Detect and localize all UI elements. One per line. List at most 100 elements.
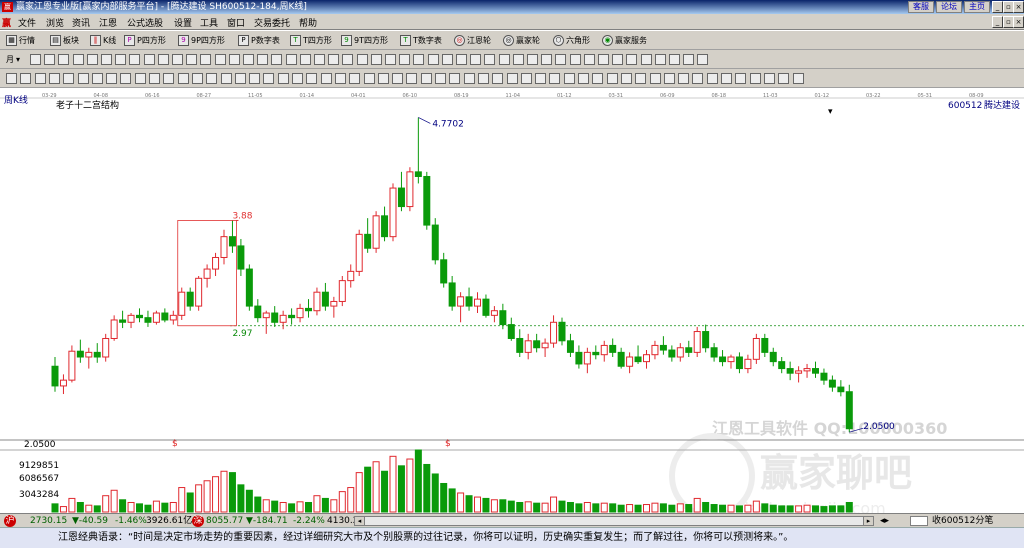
- draw-tool-icon[interactable]: [356, 54, 368, 65]
- analysis-tool-icon[interactable]: [706, 73, 718, 84]
- tick-detail-label[interactable]: 收600512分笔: [932, 515, 993, 527]
- analysis-tool-icon[interactable]: [320, 73, 332, 84]
- analysis-tool-icon[interactable]: [692, 73, 704, 84]
- draw-tool-icon[interactable]: [285, 54, 297, 65]
- minimize-icon[interactable]: _: [992, 1, 1003, 13]
- link-service[interactable]: 客服: [908, 1, 934, 13]
- menu-file[interactable]: 文件: [18, 16, 36, 29]
- draw-tool-icon[interactable]: [527, 54, 538, 65]
- draw-tool-icon[interactable]: [200, 54, 212, 65]
- draw-tool-icon[interactable]: [413, 54, 425, 65]
- menu-window[interactable]: 窗口: [227, 16, 245, 29]
- dropdown-icon[interactable]: ▾: [828, 107, 833, 117]
- analysis-tool-icon[interactable]: [778, 73, 790, 84]
- draw-tool-icon[interactable]: [257, 54, 269, 65]
- menu-settings[interactable]: 设置: [174, 16, 192, 29]
- analysis-tool-icon[interactable]: [563, 73, 575, 84]
- tool-winner-wheel[interactable]: ◎ 赢家轮: [503, 33, 540, 48]
- analysis-tool-icon[interactable]: [234, 73, 246, 84]
- period-select[interactable]: 月 ▾: [6, 52, 20, 67]
- scroll-right-icon[interactable]: ▸: [863, 517, 873, 525]
- draw-tool-icon[interactable]: [299, 54, 311, 65]
- draw-tool-icon[interactable]: [172, 54, 183, 65]
- analysis-tool-icon[interactable]: [678, 73, 690, 84]
- draw-tool-icon[interactable]: [498, 54, 510, 65]
- analysis-tool-icon[interactable]: [735, 73, 747, 84]
- sz-index-icon[interactable]: 深: [192, 515, 204, 527]
- analysis-tool-icon[interactable]: [477, 73, 489, 84]
- draw-tool-icon[interactable]: [314, 54, 325, 65]
- analysis-tool-icon[interactable]: [592, 73, 604, 84]
- draw-tool-icon[interactable]: [654, 54, 666, 65]
- link-forum[interactable]: 论坛: [936, 1, 962, 13]
- analysis-tool-icon[interactable]: [48, 73, 60, 84]
- draw-tool-icon[interactable]: [399, 54, 411, 65]
- draw-tool-icon[interactable]: [370, 54, 382, 65]
- draw-tool-icon[interactable]: [72, 54, 84, 65]
- child-minimize-icon[interactable]: _: [992, 16, 1003, 28]
- menu-formula-pick[interactable]: 公式选股: [127, 16, 163, 29]
- analysis-tool-icon[interactable]: [435, 73, 446, 84]
- analysis-tool-icon[interactable]: [77, 73, 89, 84]
- tool-gann-wheel[interactable]: ◎ 江恩轮: [454, 33, 491, 48]
- draw-tool-icon[interactable]: [470, 54, 482, 65]
- kline-chart[interactable]: 03-29 04-08 06-16 08-27 11-05 01-14 04-01 06-10…: [0, 88, 1024, 519]
- tool-winner-service[interactable]: ◉ 赢家服务: [602, 33, 647, 48]
- tool-sector[interactable]: ▤ 板块: [50, 33, 79, 48]
- analysis-tool-icon[interactable]: [620, 73, 632, 84]
- draw-tool-icon[interactable]: [427, 54, 439, 65]
- link-home[interactable]: 主页: [964, 1, 990, 13]
- analysis-tool-icon[interactable]: [120, 73, 132, 84]
- draw-tool-icon[interactable]: [186, 54, 198, 65]
- analysis-tool-icon[interactable]: [635, 73, 647, 84]
- analysis-tool-icon[interactable]: [792, 73, 804, 84]
- analysis-tool-icon[interactable]: [578, 73, 589, 84]
- analysis-tool-icon[interactable]: [220, 73, 232, 84]
- draw-tool-icon[interactable]: [101, 54, 112, 65]
- analysis-tool-icon[interactable]: [349, 73, 361, 84]
- analysis-tool-icon[interactable]: [334, 73, 346, 84]
- analysis-tool-icon[interactable]: [134, 73, 146, 84]
- draw-tool-icon[interactable]: [640, 54, 652, 65]
- child-close-icon[interactable]: ×: [1013, 16, 1024, 28]
- analysis-tool-icon[interactable]: [721, 73, 732, 84]
- draw-tool-icon[interactable]: [569, 54, 581, 65]
- draw-tool-icon[interactable]: [385, 54, 396, 65]
- analysis-tool-icon[interactable]: [63, 73, 75, 84]
- draw-tool-icon[interactable]: [129, 54, 141, 65]
- draw-tool-icon[interactable]: [30, 54, 41, 65]
- draw-tool-icon[interactable]: [342, 54, 354, 65]
- draw-tool-icon[interactable]: [143, 54, 155, 65]
- draw-tool-icon[interactable]: [58, 54, 70, 65]
- analysis-tool-icon[interactable]: [249, 73, 261, 84]
- tool-9t-square[interactable]: 9 9T四方形: [341, 33, 388, 48]
- menu-trade[interactable]: 交易委托: [254, 16, 290, 29]
- draw-tool-icon[interactable]: [44, 54, 56, 65]
- draw-tool-icon[interactable]: [697, 54, 709, 65]
- scroll-left-icon[interactable]: ◂: [355, 517, 365, 525]
- draw-tool-icon[interactable]: [228, 54, 240, 65]
- analysis-tool-icon[interactable]: [206, 73, 218, 84]
- scroll-nav-icon[interactable]: ◂▸: [880, 515, 889, 527]
- analysis-tool-icon[interactable]: [763, 73, 775, 84]
- tool-t-square[interactable]: T T四方形: [290, 33, 332, 48]
- dropdown-field[interactable]: [910, 516, 928, 526]
- draw-tool-icon[interactable]: [512, 54, 524, 65]
- analysis-tool-icon[interactable]: [106, 73, 118, 84]
- draw-tool-icon[interactable]: [328, 54, 340, 65]
- draw-tool-icon[interactable]: [271, 54, 283, 65]
- draw-tool-icon[interactable]: [243, 54, 254, 65]
- sh-index-icon[interactable]: 沪: [4, 515, 16, 527]
- analysis-tool-icon[interactable]: [377, 73, 389, 84]
- tool-t-number[interactable]: T T数字表: [400, 33, 442, 48]
- close-icon[interactable]: ×: [1013, 1, 1024, 13]
- analysis-tool-icon[interactable]: [363, 73, 375, 84]
- analysis-tool-icon[interactable]: [263, 73, 275, 84]
- analysis-tool-icon[interactable]: [606, 73, 618, 84]
- analysis-tool-icon[interactable]: [492, 73, 504, 84]
- analysis-tool-icon[interactable]: [392, 73, 404, 84]
- menu-help[interactable]: 帮助: [299, 16, 317, 29]
- menu-tools[interactable]: 工具: [200, 16, 218, 29]
- draw-tool-icon[interactable]: [541, 54, 553, 65]
- analysis-tool-icon[interactable]: [292, 73, 303, 84]
